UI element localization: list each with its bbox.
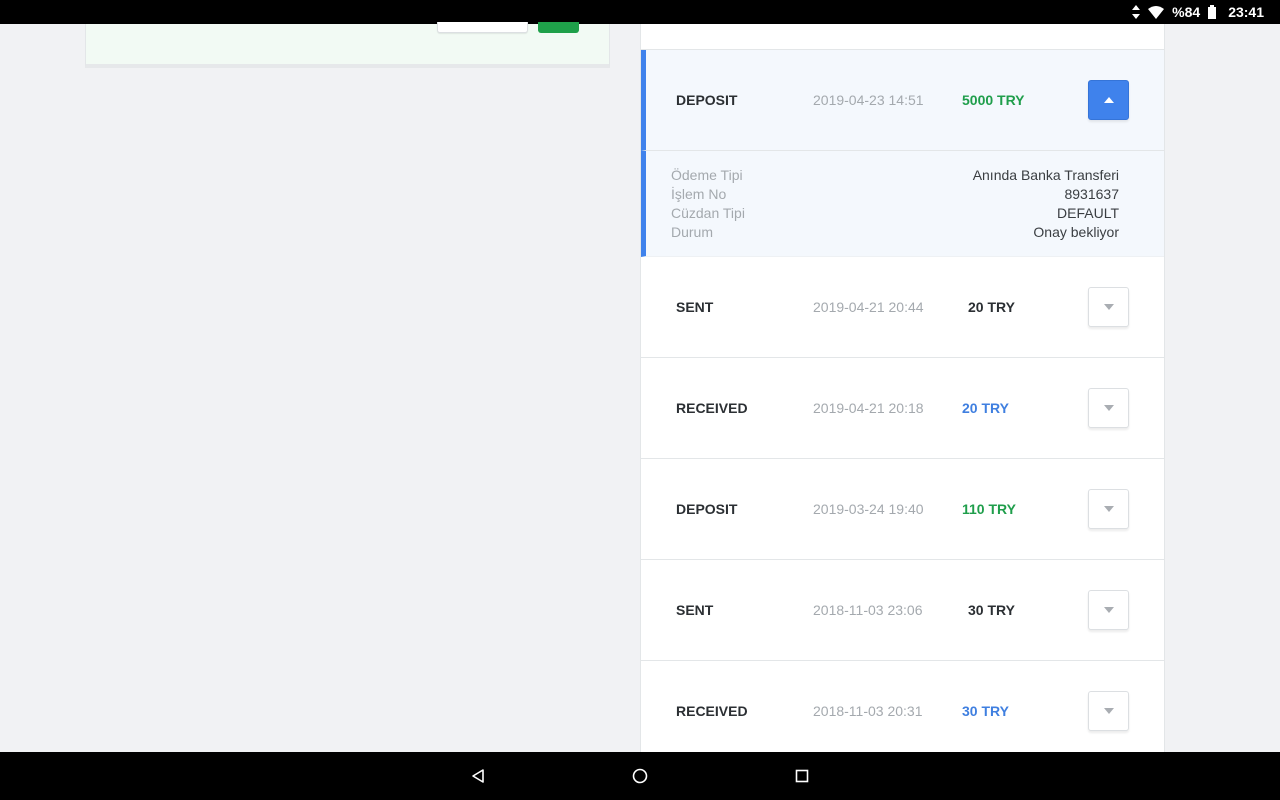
detail-label: Durum xyxy=(671,224,714,240)
transaction-type: SENT xyxy=(676,299,714,315)
expand-button[interactable] xyxy=(1088,590,1129,630)
home-circle-icon xyxy=(632,768,648,784)
caret-down-icon xyxy=(1103,607,1114,613)
caret-down-icon xyxy=(1103,405,1114,411)
primary-button[interactable] xyxy=(538,22,579,33)
detail-value: DEFAULT xyxy=(1057,205,1119,221)
navigation-bar xyxy=(0,752,1280,800)
caret-down-icon xyxy=(1103,506,1114,512)
transaction-date: 2018-11-03 23:06 xyxy=(813,602,923,618)
caret-down-icon xyxy=(1103,304,1114,310)
clock: 23:41 xyxy=(1228,4,1264,20)
transaction-amount: 20 TRY xyxy=(962,400,1009,416)
transaction-row[interactable]: DEPOSIT 2019-03-24 19:40 110 TRY xyxy=(641,459,1164,560)
left-card xyxy=(85,22,610,68)
transaction-amount: 5000 TRY xyxy=(962,92,1025,108)
transaction-amount: 110 TRY xyxy=(962,501,1016,517)
transactions-panel: DEPOSIT 2019-04-23 14:51 5000 TRY Ödeme … xyxy=(640,24,1165,752)
transaction-row[interactable]: RECEIVED 2018-11-03 20:31 30 TRY xyxy=(641,661,1164,752)
caret-down-icon xyxy=(1103,708,1114,714)
detail-row: Durum Onay bekliyor xyxy=(671,223,1119,242)
transaction-type: RECEIVED xyxy=(676,703,748,719)
detail-row: İşlem No 8931637 xyxy=(671,185,1119,204)
transaction-date: 2019-04-21 20:18 xyxy=(813,400,924,416)
expand-button[interactable] xyxy=(1088,489,1129,529)
recents-square-icon xyxy=(795,769,809,783)
detail-value: Anında Banka Transferi xyxy=(972,167,1119,183)
transaction-type: DEPOSIT xyxy=(676,92,738,108)
transaction-date: 2018-11-03 20:31 xyxy=(813,703,923,719)
collapse-button[interactable] xyxy=(1088,80,1129,120)
transaction-amount: 30 TRY xyxy=(962,703,1009,719)
transaction-details: Ödeme Tipi Anında Banka Transferi İşlem … xyxy=(641,151,1164,257)
back-button[interactable] xyxy=(453,752,503,800)
secondary-button[interactable] xyxy=(437,22,528,33)
caret-up-icon xyxy=(1103,97,1114,103)
transaction-row[interactable]: SENT 2019-04-21 20:44 20 TRY xyxy=(641,257,1164,358)
expand-button[interactable] xyxy=(1088,388,1129,428)
detail-label: Ödeme Tipi xyxy=(671,167,743,183)
detail-label: Cüzdan Tipi xyxy=(671,205,745,221)
detail-value: Onay bekliyor xyxy=(1033,224,1119,240)
battery-icon xyxy=(1208,5,1217,19)
expand-button[interactable] xyxy=(1088,691,1129,731)
transaction-amount: 20 TRY xyxy=(968,299,1015,315)
detail-row: Cüzdan Tipi DEFAULT xyxy=(671,204,1119,223)
transaction-date: 2019-04-23 14:51 xyxy=(813,92,924,108)
data-arrows-icon xyxy=(1132,5,1141,19)
transaction-row[interactable]: DEPOSIT 2019-04-23 14:51 5000 TRY xyxy=(641,50,1164,151)
transaction-type: SENT xyxy=(676,602,714,618)
back-triangle-icon xyxy=(472,769,484,783)
transaction-date: 2019-03-24 19:40 xyxy=(813,501,924,517)
battery-percent: %84 xyxy=(1172,4,1201,20)
transaction-row[interactable]: SENT 2018-11-03 23:06 30 TRY xyxy=(641,560,1164,661)
detail-value: 8931637 xyxy=(1064,186,1119,202)
detail-label: İşlem No xyxy=(671,186,727,202)
home-button[interactable] xyxy=(615,752,665,800)
transaction-row[interactable]: RECEIVED 2019-04-21 20:18 20 TRY xyxy=(641,358,1164,459)
detail-row: Ödeme Tipi Anında Banka Transferi xyxy=(671,166,1119,185)
transaction-date: 2019-04-21 20:44 xyxy=(813,299,924,315)
transaction-type: RECEIVED xyxy=(676,400,748,416)
expand-button[interactable] xyxy=(1088,287,1129,327)
wifi-icon xyxy=(1148,5,1165,19)
transaction-type: DEPOSIT xyxy=(676,501,738,517)
transaction-amount: 30 TRY xyxy=(968,602,1015,618)
status-bar: %84 23:41 xyxy=(0,0,1280,24)
recents-button[interactable] xyxy=(777,752,827,800)
panel-top-strip xyxy=(641,24,1164,50)
